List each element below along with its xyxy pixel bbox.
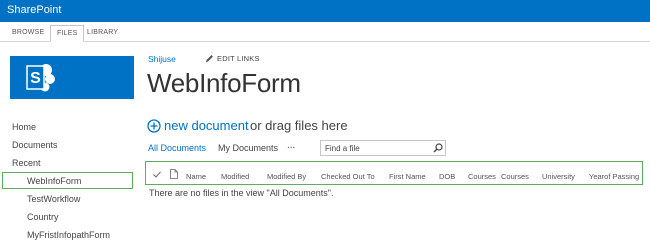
tab-library[interactable]: LIBRARY xyxy=(81,25,124,42)
nav-item-webinfoform[interactable]: WebInfoForm xyxy=(27,176,81,186)
view-my-documents[interactable]: My Documents xyxy=(218,143,278,153)
column-courses-1[interactable]: Courses xyxy=(468,172,496,181)
column-year-of-passing[interactable]: Yearof Passing xyxy=(589,172,639,181)
column-modified[interactable]: Modified xyxy=(221,172,249,181)
column-first-name[interactable]: First Name xyxy=(389,172,426,181)
empty-view-message: There are no files in the view "All Docu… xyxy=(149,188,334,198)
nav-item-recent[interactable]: Recent xyxy=(12,158,41,168)
column-header-row: Name Modified Modified By Checked Out To… xyxy=(145,161,643,185)
nav-item-country[interactable]: Country xyxy=(27,212,59,222)
site-logo[interactable]: S xyxy=(10,56,134,99)
nav-item-documents[interactable]: Documents xyxy=(12,140,58,150)
nav-item-myfristinfopathform[interactable]: MyFristInfopathForm xyxy=(27,230,110,240)
search-box xyxy=(320,140,446,156)
site-name-link[interactable]: Shijuse xyxy=(148,54,176,64)
suite-title[interactable]: SharePoint xyxy=(7,4,61,16)
tab-files[interactable]: FILES xyxy=(50,25,85,42)
column-checked-out-to[interactable]: Checked Out To xyxy=(321,172,375,181)
drag-files-text: or drag files here xyxy=(250,118,348,133)
ribbon: BROWSE FILES LIBRARY xyxy=(0,22,650,42)
new-document-link[interactable]: new document xyxy=(164,118,249,133)
plus-circle-icon[interactable] xyxy=(147,119,161,133)
column-university[interactable]: University xyxy=(542,172,575,181)
search-icon[interactable] xyxy=(433,143,443,153)
column-courses-2[interactable]: Courses xyxy=(501,172,529,181)
pencil-icon xyxy=(206,55,213,62)
column-dob[interactable]: DOB xyxy=(439,172,455,181)
sharepoint-logo-icon: S xyxy=(26,64,55,92)
search-input[interactable] xyxy=(321,141,429,155)
document-icon xyxy=(170,169,178,179)
checkmark-icon[interactable] xyxy=(153,171,161,178)
suite-bar: SharePoint xyxy=(0,0,650,22)
view-all-documents[interactable]: All Documents xyxy=(148,143,206,153)
edit-links-label: EDIT LINKS xyxy=(217,54,260,63)
nav-item-home[interactable]: Home xyxy=(12,122,36,132)
column-modified-by[interactable]: Modified By xyxy=(267,172,306,181)
tab-browse[interactable]: BROWSE xyxy=(6,25,50,42)
column-name[interactable]: Name xyxy=(186,172,206,181)
page-title: WebInfoForm xyxy=(147,68,301,98)
more-views-button[interactable]: ... xyxy=(287,140,295,151)
svg-text:S: S xyxy=(30,70,41,87)
nav-item-testworkflow[interactable]: TestWorkflow xyxy=(27,194,80,204)
